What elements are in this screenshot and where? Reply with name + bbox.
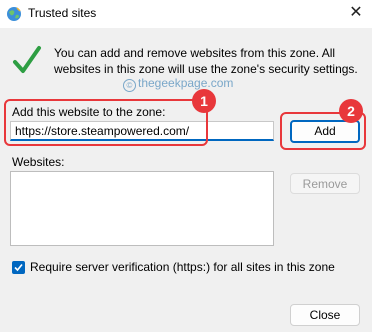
websites-list[interactable] [10,171,274,246]
window-title: Trusted sites [28,6,97,20]
websites-label: Websites: [12,155,65,169]
check-icon [14,263,23,272]
checkmark-icon [13,46,41,73]
remove-button[interactable]: Remove [290,173,360,194]
watermark-text: thegeekpage.com [138,76,234,90]
server-verification-checkbox[interactable] [12,261,25,274]
server-verification-label[interactable]: Require server verification (https:) for… [30,260,335,274]
annotation-box-1 [4,99,208,146]
close-window-icon[interactable]: ✕ [345,3,367,23]
watermark: © thegeekpage.com [123,76,233,92]
info-text: You can add and remove websites from thi… [54,46,358,76]
annotation-badge-2: 2 [339,99,363,123]
close-button[interactable]: Close [290,304,360,326]
copyright-icon: © [123,79,136,92]
annotation-badge-1: 1 [192,89,216,113]
globe-icon [7,7,21,21]
title-bar: Trusted sites ✕ [0,0,372,28]
